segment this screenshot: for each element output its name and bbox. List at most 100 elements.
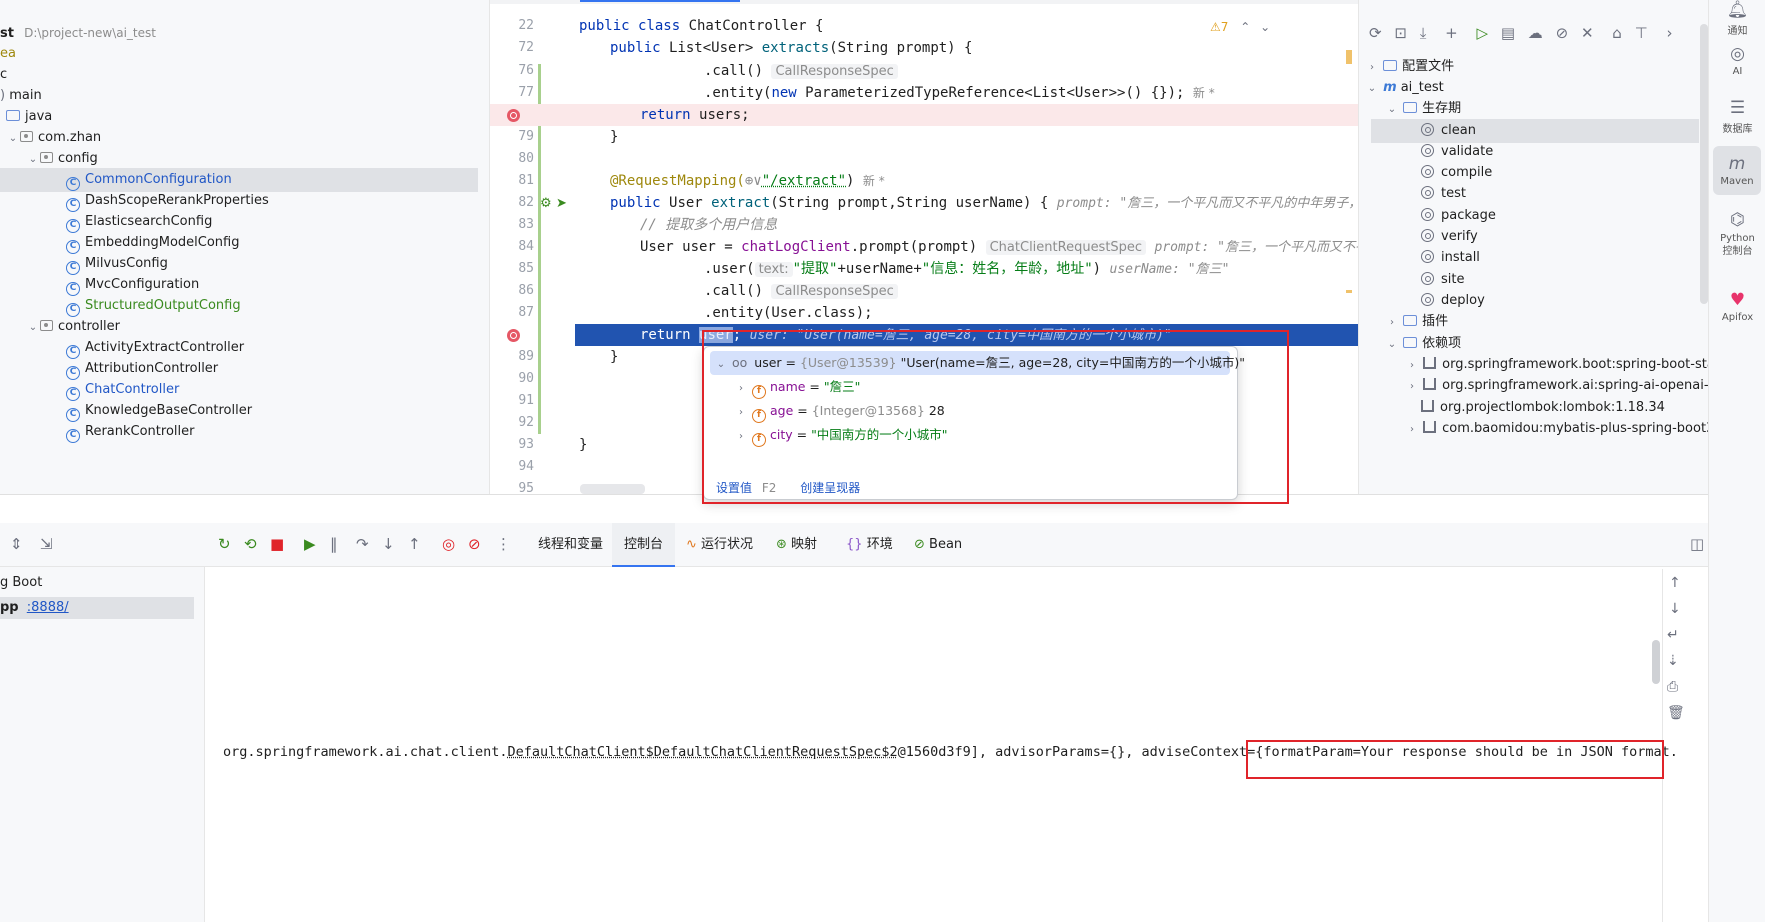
chevron-right-icon[interactable]: › (734, 401, 748, 425)
ai-button[interactable]: ◎ AI (1709, 44, 1765, 77)
error-stripe-marker[interactable] (1346, 50, 1352, 64)
popup-field-name[interactable]: › f name = "詹三" (734, 375, 860, 399)
soft-wrap-icon[interactable]: ↵ (1667, 627, 1679, 643)
database-icon: ☰ (1729, 98, 1746, 118)
chevron-down-icon[interactable]: ⌄ (714, 353, 728, 377)
braces-icon: {} (846, 537, 863, 552)
collapse-icon[interactable]: ⇲ (40, 535, 53, 553)
step-out-icon[interactable]: ↑ (408, 535, 421, 553)
session-item[interactable]: pp :8888/ (0, 597, 194, 619)
globe-icon[interactable]: ⊕∨ (745, 173, 762, 189)
rerun-icon[interactable]: ↻ (218, 535, 231, 553)
code-line[interactable]: 86 .call() CallResponseSpec (490, 280, 1358, 302)
view-breakpoints-icon[interactable]: ◎ (442, 535, 455, 553)
maven-lifecycle[interactable]: ⌄ 生存期 (1385, 97, 1461, 121)
code-line[interactable]: 79 } (490, 126, 1358, 148)
run-icon[interactable]: ▷ (1477, 24, 1489, 42)
maven-button[interactable]: m Maven (1713, 146, 1761, 195)
code-line-execution-point[interactable]: return user; user: "User(name=詹三, age=28… (490, 324, 1358, 346)
tab-console[interactable]: 控制台 (612, 523, 676, 567)
vertical-scrollbar[interactable] (1700, 24, 1708, 304)
step-over-icon[interactable]: ↷ (356, 535, 369, 553)
chevron-down-icon: ⌄ (8, 133, 18, 144)
database-button[interactable]: ☰ 数据库 (1709, 98, 1765, 135)
package-icon (20, 131, 33, 142)
code-line[interactable]: 84 User user = chatLogClient.prompt(prom… (490, 236, 1358, 258)
scroll-to-end-icon[interactable]: ⇣ (1667, 653, 1679, 669)
reload-icon[interactable]: ⟳ (1369, 24, 1382, 42)
offline-icon[interactable]: ☁ (1528, 24, 1543, 42)
code-line[interactable]: 82 ⚙ ➤ public User extract(String prompt… (490, 192, 1358, 214)
notifications-button[interactable]: 🔔︎ 通知 (1709, 0, 1765, 37)
apifox-icon: ♥ (1729, 290, 1746, 310)
stop-icon[interactable]: ■ (270, 535, 284, 553)
set-value-link[interactable]: 设置值 (716, 481, 752, 495)
run-config-icon[interactable]: ▤ (1501, 24, 1515, 42)
layout-icon[interactable]: ◫ (1690, 535, 1704, 553)
maven-plugins[interactable]: › 插件 (1385, 310, 1448, 334)
code-line[interactable]: 22 public class ChatController { (490, 15, 1358, 37)
python-console-button[interactable]: ⌬ Python 控制台 (1709, 210, 1765, 258)
horizontal-scrollbar[interactable] (580, 484, 645, 494)
debug-value-popup[interactable]: ⌄ oo user = {User@13539} "User(name=詹三, … (703, 346, 1245, 500)
maven-phase[interactable]: test (1421, 182, 1466, 206)
trash-icon[interactable]: 🗑︎ (1667, 705, 1685, 721)
pause-icon[interactable]: ‖ (330, 535, 338, 553)
code-line[interactable]: 80 (490, 148, 1358, 170)
download-icon[interactable]: ⤓ (1420, 24, 1427, 42)
tab-threads-variables[interactable]: 线程和变量 (538, 523, 603, 567)
more-icon[interactable]: ⋮ (496, 535, 511, 553)
popup-field-city[interactable]: › f city = "中国南方的一个小城市" (734, 423, 948, 447)
scroll-down-icon[interactable]: ↓ (1669, 601, 1681, 617)
code-line[interactable]: 87 .entity(User.class); (490, 302, 1358, 324)
restart-icon[interactable]: ⟲ (244, 535, 257, 553)
maven-phase[interactable]: install (1421, 246, 1480, 270)
chevron-right-icon[interactable]: › (734, 377, 748, 401)
code-line[interactable]: 81 @RequestMapping(⊕∨"/extract") 新 * (490, 170, 1358, 192)
session-group[interactable]: g Boot (0, 575, 42, 590)
tab-environment[interactable]: {} 环境 (846, 523, 893, 567)
more-icon[interactable]: › (1666, 24, 1672, 42)
show-deps-icon[interactable]: ⌂ (1612, 24, 1622, 42)
tab-bean[interactable]: ⊘ Bean (914, 523, 962, 567)
session-port-link[interactable]: :8888/ (27, 600, 69, 615)
chevron-right-icon[interactable]: › (734, 425, 748, 449)
project-root[interactable]: st D:\project-new\ai_test (0, 21, 156, 45)
create-renderer-link[interactable]: 创建呈现器 (800, 481, 860, 495)
folder-sync-icon[interactable]: ⊡ (1394, 24, 1407, 42)
send-request-icon[interactable]: ➤ (556, 193, 567, 215)
popup-field-age[interactable]: › f age = {Integer@13568} 28 (734, 399, 945, 423)
step-into-icon[interactable]: ↓ (382, 535, 395, 553)
maven-dependency[interactable]: › com.baomidou:mybatis-plus-spring-boot3… (1405, 417, 1708, 441)
maven-tool-window: ⟳ ⊡ ⤓ + ▷ ▤ ☁ ⊘ ✕ ⌂ ⊤ › › 配置文件 ⌄ m ai_tes… (1358, 0, 1708, 494)
breakpoint-icon[interactable] (507, 109, 520, 122)
tree-item-class[interactable]: C RerankController (66, 420, 194, 444)
mute-breakpoints-icon[interactable]: ⊘ (468, 535, 481, 553)
scroll-up-icon[interactable]: ↑ (1669, 575, 1681, 591)
code-line[interactable]: 83 // 提取多个用户信息 (490, 214, 1358, 236)
console-scrollbar[interactable] (1652, 640, 1660, 684)
code-line[interactable]: 72 public List<User> extracts(String pro… (490, 37, 1358, 59)
library-icon (1423, 421, 1437, 433)
add-icon[interactable]: + (1445, 24, 1458, 42)
code-line-breakpoint[interactable]: return users; (490, 104, 1358, 126)
code-line[interactable]: 77 .entity(new ParameterizedTypeReferenc… (490, 82, 1358, 104)
tab-mappings[interactable]: ⊛ 映射 (776, 523, 817, 567)
error-stripe-marker[interactable] (1346, 290, 1352, 293)
resume-icon[interactable]: ▶ (304, 535, 316, 553)
code-line[interactable]: 76 .call() CallResponseSpec (490, 60, 1358, 82)
breakpoint-icon[interactable] (507, 329, 520, 342)
gear-icon (1421, 186, 1434, 199)
skip-tests-icon[interactable]: ⊘ (1556, 24, 1569, 42)
run-gutter-icon[interactable]: ⚙ (540, 193, 552, 215)
expand-icon[interactable]: ⇕ (10, 535, 23, 553)
print-icon[interactable]: ⎙ (1667, 679, 1678, 695)
code-line[interactable]: 85 .user(text: "提取"+userName+"信息：姓名，年龄，地址… (490, 258, 1358, 280)
tab-run-status[interactable]: ∿ 运行状况 (686, 523, 753, 567)
collapse-icon[interactable]: ✕ (1581, 24, 1594, 42)
popup-variable-user[interactable]: ⌄ oo user = {User@13539} "User(name=詹三, … (710, 351, 1245, 377)
library-icon (1423, 357, 1437, 369)
apifox-button[interactable]: ♥ Apifox (1709, 290, 1765, 323)
maven-dependency[interactable]: › org.springframework.ai:spring-ai-opena… (1405, 374, 1708, 398)
collapse-all-icon[interactable]: ⊤ (1635, 24, 1648, 42)
